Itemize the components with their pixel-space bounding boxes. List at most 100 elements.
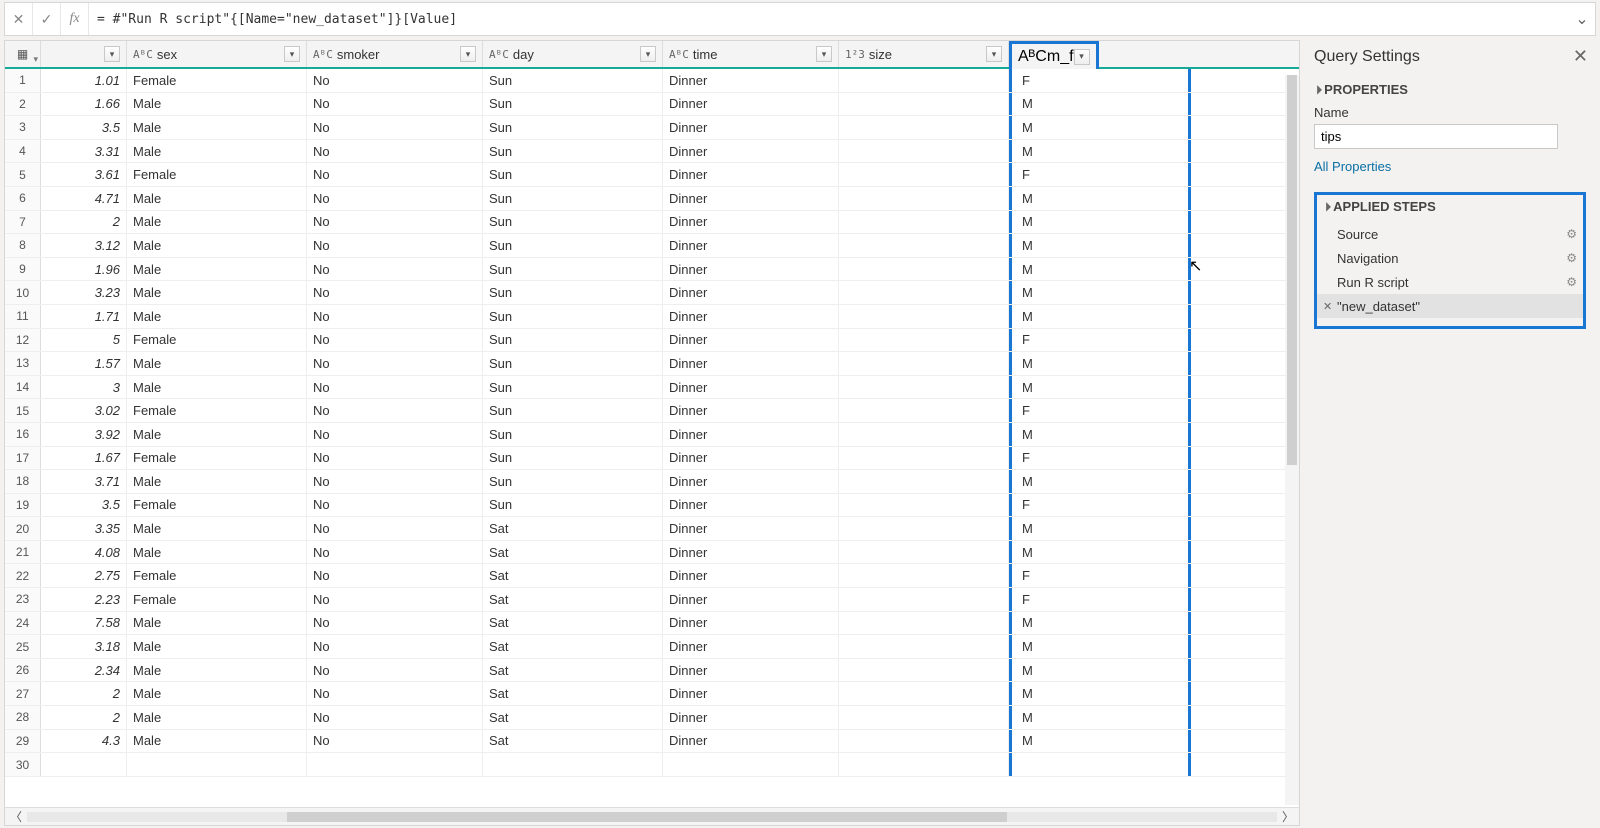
cell[interactable]: Sun	[483, 399, 663, 422]
cell[interactable]: M	[1009, 541, 1191, 564]
cell[interactable]: Dinner	[663, 682, 839, 705]
cell[interactable]	[839, 541, 1009, 564]
cell[interactable]	[839, 517, 1009, 540]
table-row[interactable]: 153.02FemaleNoSunDinnerF	[5, 399, 1299, 423]
filter-dropdown-icon[interactable]: ▾	[460, 46, 476, 62]
cell[interactable]: Male	[127, 140, 307, 163]
row-number[interactable]: 22	[5, 564, 41, 587]
cell[interactable]: M	[1009, 305, 1191, 328]
table-row[interactable]: 143MaleNoSunDinnerM	[5, 376, 1299, 400]
table-row[interactable]: 21.66MaleNoSunDinnerM	[5, 93, 1299, 117]
cell[interactable]: 2.75	[41, 564, 127, 587]
cell[interactable]	[839, 69, 1009, 92]
cell[interactable]: No	[307, 517, 483, 540]
cell[interactable]: 4.3	[41, 730, 127, 753]
cell[interactable]: Female	[127, 564, 307, 587]
cell[interactable]: Dinner	[663, 399, 839, 422]
cell[interactable]: M	[1009, 423, 1191, 446]
cell[interactable]: 1.67	[41, 447, 127, 470]
cell[interactable]: Sun	[483, 116, 663, 139]
cell[interactable]: Male	[127, 635, 307, 658]
cell[interactable]: Male	[127, 682, 307, 705]
cell[interactable]: Male	[127, 706, 307, 729]
cell[interactable]: 3.35	[41, 517, 127, 540]
row-number[interactable]: 8	[5, 234, 41, 257]
cell[interactable]: Female	[127, 163, 307, 186]
cell[interactable]	[839, 258, 1009, 281]
cell[interactable]: Male	[127, 305, 307, 328]
cell[interactable]: Male	[127, 517, 307, 540]
cell[interactable]: Sun	[483, 423, 663, 446]
cell[interactable]: Dinner	[663, 494, 839, 517]
cell[interactable]	[41, 753, 127, 776]
cell[interactable]	[839, 93, 1009, 116]
cell[interactable]: Sun	[483, 329, 663, 352]
table-row[interactable]: 253.18MaleNoSatDinnerM	[5, 635, 1299, 659]
cell[interactable]: Female	[127, 588, 307, 611]
cell[interactable]: Sun	[483, 140, 663, 163]
row-number[interactable]: 12	[5, 329, 41, 352]
cell[interactable]: No	[307, 730, 483, 753]
query-name-input[interactable]	[1314, 124, 1558, 149]
cell[interactable]: Dinner	[663, 541, 839, 564]
cell[interactable]: Sun	[483, 187, 663, 210]
cell[interactable]: Male	[127, 376, 307, 399]
table-row[interactable]: 43.31MaleNoSunDinnerM	[5, 140, 1299, 164]
table-row[interactable]: 222.75FemaleNoSatDinnerF	[5, 564, 1299, 588]
fx-icon[interactable]: fx	[61, 3, 89, 35]
table-row[interactable]: 163.92MaleNoSunDinnerM	[5, 423, 1299, 447]
cell[interactable]: M	[1009, 682, 1191, 705]
applied-step[interactable]: ✕"new_dataset"	[1317, 294, 1583, 318]
cell[interactable]: Male	[127, 234, 307, 257]
cell[interactable]: No	[307, 234, 483, 257]
cell[interactable]: No	[307, 93, 483, 116]
cell[interactable]: M	[1009, 211, 1191, 234]
cell[interactable]: Dinner	[663, 352, 839, 375]
cell[interactable]: Dinner	[663, 258, 839, 281]
cell[interactable]: Male	[127, 187, 307, 210]
cell[interactable]: 1.66	[41, 93, 127, 116]
cell[interactable]	[839, 211, 1009, 234]
delete-step-icon[interactable]: ✕	[1323, 300, 1332, 313]
filter-dropdown-icon[interactable]: ▾	[1074, 49, 1090, 65]
cell[interactable]: Male	[127, 352, 307, 375]
cell[interactable]: Male	[127, 281, 307, 304]
table-row[interactable]: 125FemaleNoSunDinnerF	[5, 329, 1299, 353]
table-row[interactable]: 33.5MaleNoSunDinnerM	[5, 116, 1299, 140]
applied-steps-header[interactable]: APPLIED STEPS	[1317, 199, 1583, 214]
cell[interactable]	[839, 470, 1009, 493]
cell[interactable]: Sat	[483, 730, 663, 753]
column-header-sex[interactable]: AᴮCsex▾	[127, 41, 307, 67]
cell[interactable]: Dinner	[663, 163, 839, 186]
table-row[interactable]: 72MaleNoSunDinnerM	[5, 211, 1299, 235]
cell[interactable]	[663, 753, 839, 776]
cell[interactable]	[839, 234, 1009, 257]
row-number[interactable]: 28	[5, 706, 41, 729]
formula-input[interactable]	[89, 12, 1569, 27]
table-row[interactable]: 203.35MaleNoSatDinnerM	[5, 517, 1299, 541]
cell[interactable]: No	[307, 69, 483, 92]
cell[interactable]	[839, 399, 1009, 422]
cell[interactable]	[839, 612, 1009, 635]
cell[interactable]	[839, 352, 1009, 375]
cell[interactable]: Sun	[483, 93, 663, 116]
cell[interactable]: M	[1009, 352, 1191, 375]
row-number[interactable]: 23	[5, 588, 41, 611]
cell[interactable]	[483, 753, 663, 776]
column-header-size[interactable]: 1²3size▾	[839, 41, 1009, 67]
cell[interactable]: 3	[41, 376, 127, 399]
cell[interactable]: Male	[127, 211, 307, 234]
cell[interactable]: No	[307, 659, 483, 682]
cell[interactable]: 4.08	[41, 541, 127, 564]
cell[interactable]: 2.23	[41, 588, 127, 611]
cell[interactable]: Male	[127, 423, 307, 446]
cell[interactable]	[839, 281, 1009, 304]
cell[interactable]: Sat	[483, 517, 663, 540]
cell[interactable]	[839, 564, 1009, 587]
table-row[interactable]: 111.71MaleNoSunDinnerM	[5, 305, 1299, 329]
cell[interactable]: No	[307, 187, 483, 210]
cell[interactable]: Dinner	[663, 187, 839, 210]
cell[interactable]: No	[307, 305, 483, 328]
cell[interactable]: No	[307, 211, 483, 234]
cell[interactable]: 3.18	[41, 635, 127, 658]
